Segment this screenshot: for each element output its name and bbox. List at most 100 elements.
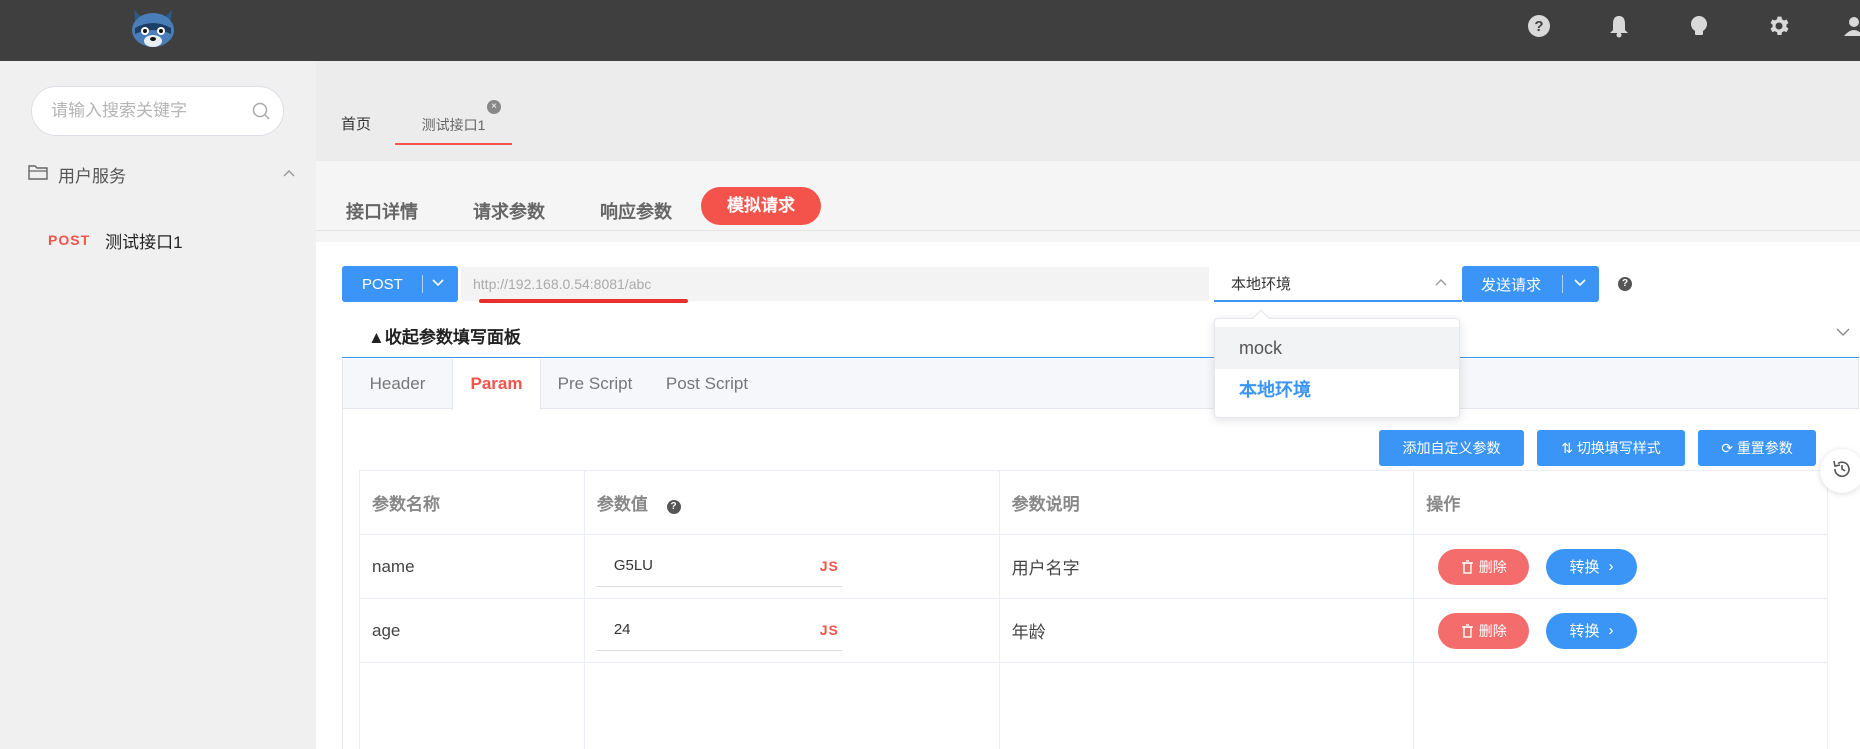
chevron-up-icon[interactable] xyxy=(282,165,296,183)
switch-style-button[interactable]: ⇅ 切换填写样式 xyxy=(1537,430,1685,466)
param-value-input[interactable] xyxy=(596,546,797,585)
gear-icon[interactable] xyxy=(1765,12,1793,40)
convert-button[interactable]: 转换 › xyxy=(1546,612,1638,649)
search-input[interactable] xyxy=(32,101,237,121)
param-value-field: JS xyxy=(596,546,842,587)
environment-select[interactable]: 本地环境 xyxy=(1214,266,1462,302)
collapse-panel-toggle[interactable]: ▲收起参数填写面板 xyxy=(368,323,521,348)
chevron-right-icon: › xyxy=(1608,558,1614,575)
close-icon[interactable]: × xyxy=(487,100,501,114)
history-button[interactable] xyxy=(1820,449,1860,493)
sub-tabs: 接口详情 请求参数 响应参数 模拟请求 xyxy=(316,161,1860,231)
url-underline xyxy=(479,299,688,303)
param-body: 添加自定义参数 ⇅ 切换填写样式 ⟳ 重置参数 参数名称 参数值 ? 参数说明 xyxy=(342,409,1859,749)
request-panel: POST 本地环境 发送请求 ? ▲收起参数填写面板 xyxy=(316,242,1860,749)
js-tag[interactable]: JS xyxy=(820,558,839,574)
chevron-down-icon[interactable] xyxy=(1835,324,1851,342)
method-tag: POST xyxy=(48,232,91,248)
dropdown-option-mock[interactable]: mock xyxy=(1215,327,1459,369)
tab-post-script[interactable]: Post Script xyxy=(649,359,765,409)
params-table: 参数名称 参数值 ? 参数说明 操作 name G5LU JS 用户名字 删除 … xyxy=(359,470,1828,749)
tab-mock-request[interactable]: 模拟请求 xyxy=(701,187,821,225)
empty-cell xyxy=(359,662,585,749)
param-value-cell: JS xyxy=(583,534,1000,599)
param-value-cell: JS xyxy=(583,598,1000,663)
send-label: 发送请求 xyxy=(1481,276,1542,294)
send-request-button[interactable]: 发送请求 xyxy=(1462,266,1599,302)
delete-label: 删除 xyxy=(1478,622,1507,639)
tab-header[interactable]: Header xyxy=(343,359,452,409)
empty-cell xyxy=(1413,662,1828,749)
param-desc: 年龄 xyxy=(998,598,1415,663)
service-group-row[interactable]: 用户服务 xyxy=(28,159,296,189)
param-value-field: JS xyxy=(596,610,842,651)
bell-icon[interactable] xyxy=(1605,12,1633,40)
api-name: 测试接口1 xyxy=(105,232,183,252)
col-param-desc: 参数说明 xyxy=(998,470,1415,535)
convert-label: 转换 xyxy=(1569,559,1600,576)
history-icon xyxy=(1830,457,1854,486)
empty-cell xyxy=(998,662,1415,749)
col-param-value: 参数值 ? xyxy=(583,470,1000,535)
actions-cell: 删除 转换 › xyxy=(1413,534,1828,599)
tab-pre-script[interactable]: Pre Script xyxy=(541,359,649,409)
collapse-row: ▲收起参数填写面板 xyxy=(342,304,1859,358)
tab-home[interactable]: 首页 xyxy=(341,113,371,134)
tab-response-params[interactable]: 响应参数 xyxy=(600,198,672,224)
trash-icon xyxy=(1461,623,1479,639)
chevron-up-icon xyxy=(1434,274,1462,292)
param-value-input[interactable] xyxy=(596,610,797,649)
chevron-down-icon xyxy=(423,275,445,293)
tab-api-detail[interactable]: 接口详情 xyxy=(346,198,418,224)
search-icon[interactable] xyxy=(251,101,271,126)
delete-button[interactable]: 删除 xyxy=(1438,612,1530,649)
reset-params-button[interactable]: ⟳ 重置参数 xyxy=(1698,430,1816,466)
lightbulb-icon[interactable] xyxy=(1685,12,1713,40)
sidebar: 用户服务 POST 测试接口1 xyxy=(0,61,316,749)
param-name: name xyxy=(359,534,585,599)
chevron-right-icon: › xyxy=(1608,622,1614,639)
tab-param[interactable]: Param xyxy=(452,359,541,410)
environment-dropdown: mock 本地环境 xyxy=(1214,309,1460,418)
col-actions: 操作 xyxy=(1413,470,1828,535)
sidebar-api-item[interactable]: POST 测试接口1 xyxy=(48,225,183,255)
url-input[interactable] xyxy=(461,267,1209,301)
folder-icon xyxy=(28,163,48,186)
convert-button[interactable]: 转换 › xyxy=(1546,548,1638,585)
actions-cell: 删除 转换 › xyxy=(1413,598,1828,663)
param-desc: 用户名字 xyxy=(998,534,1415,599)
add-custom-param-button[interactable]: 添加自定义参数 xyxy=(1379,430,1524,466)
col-param-name: 参数名称 xyxy=(359,470,585,535)
help-icon[interactable]: ? xyxy=(666,500,681,514)
delete-label: 删除 xyxy=(1478,558,1507,575)
help-icon[interactable]: ? xyxy=(1525,12,1553,40)
main-content: 首页 测试接口1 × 接口详情 请求参数 响应参数 模拟请求 POST 本地环境… xyxy=(316,61,1860,749)
switch-style-label: 切换填写样式 xyxy=(1576,440,1661,456)
user-icon[interactable] xyxy=(1840,12,1860,40)
table-header-row: 参数名称 参数值 ? 参数说明 操作 xyxy=(359,470,1828,535)
col-param-value-label: 参数值 xyxy=(596,495,648,514)
table-row: age JS 年龄 删除 xyxy=(359,598,1828,663)
empty-cell xyxy=(583,662,1000,749)
empty-row xyxy=(359,662,1828,749)
environment-label: 本地环境 xyxy=(1231,275,1292,293)
convert-label: 转换 xyxy=(1569,623,1600,640)
dropdown-option-local[interactable]: 本地环境 xyxy=(1215,369,1459,411)
raccoon-logo xyxy=(126,4,180,52)
param-name: age xyxy=(359,598,585,663)
svg-text:?: ? xyxy=(1534,18,1543,35)
tab-request-params[interactable]: 请求参数 xyxy=(473,198,545,224)
help-icon[interactable]: ? xyxy=(1618,277,1632,291)
reset-params-label: 重置参数 xyxy=(1736,440,1793,456)
method-select[interactable]: POST xyxy=(342,266,458,302)
table-row: name JS 用户名字 删除 xyxy=(359,534,1828,599)
page-tabs: 首页 测试接口1 × xyxy=(316,61,1860,161)
method-label: POST xyxy=(362,275,403,293)
chevron-down-icon[interactable] xyxy=(1563,275,1587,293)
param-tabs: Header Param Pre Script Post Script xyxy=(342,359,1859,410)
search-box xyxy=(31,86,284,136)
switch-icon: ⇅ xyxy=(1561,440,1577,456)
js-tag[interactable]: JS xyxy=(820,622,839,638)
delete-button[interactable]: 删除 xyxy=(1438,548,1530,585)
refresh-icon: ⟳ xyxy=(1721,440,1737,456)
